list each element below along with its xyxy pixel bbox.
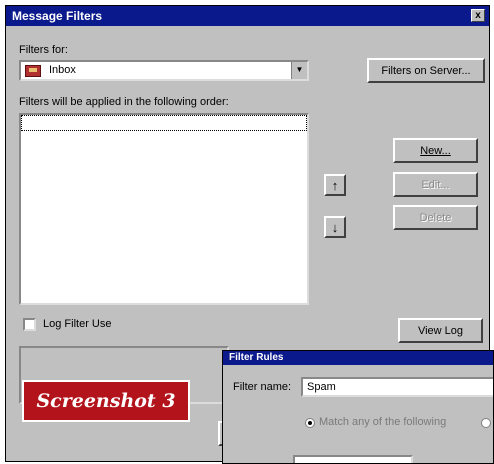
match-any-label: Match any of the following — [319, 416, 447, 428]
close-button[interactable]: x — [471, 9, 485, 22]
sub-title-bar: Filter Rules — [223, 351, 493, 365]
order-label: Filters will be applied in the following… — [19, 96, 229, 108]
rule-dropdown[interactable] — [293, 455, 413, 463]
filter-name-input[interactable]: Spam — [301, 377, 493, 397]
match-all-radio[interactable] — [481, 418, 491, 428]
filter-rules-dialog: Filter Rules Filter name: Spam Match any… — [222, 350, 494, 464]
view-log-button[interactable]: View Log — [398, 318, 483, 343]
chevron-down-icon[interactable]: ▼ — [291, 62, 307, 79]
filters-on-server-button[interactable]: Filters on Server... — [367, 58, 485, 83]
log-filter-use-checkbox[interactable] — [23, 318, 36, 331]
arrow-down-icon: ↓ — [331, 219, 339, 235]
new-filter-button[interactable]: New... — [393, 138, 478, 163]
filters-for-dropdown[interactable]: Inbox ▼ — [19, 60, 309, 81]
window-title: Message Filters — [12, 9, 103, 23]
move-up-button[interactable]: ↑ — [324, 174, 346, 196]
filters-for-label: Filters for: — [19, 44, 68, 56]
title-bar: Message Filters x — [6, 6, 489, 26]
edit-filter-button[interactable]: Edit... — [393, 172, 478, 197]
filters-for-value: Inbox — [49, 64, 76, 76]
move-down-button[interactable]: ↓ — [324, 216, 346, 238]
delete-filter-button[interactable]: Delete — [393, 205, 478, 230]
arrow-up-icon: ↑ — [331, 177, 339, 193]
inbox-icon — [25, 65, 41, 77]
match-any-radio[interactable] — [305, 418, 315, 428]
screenshot-caption: Screenshot 3 — [22, 380, 190, 422]
list-item[interactable] — [21, 115, 307, 131]
sub-dialog-title: Filter Rules — [229, 352, 284, 363]
filter-name-value: Spam — [307, 381, 336, 393]
filter-name-label: Filter name: — [233, 381, 292, 393]
filter-list[interactable] — [19, 113, 309, 305]
log-filter-use-label: Log Filter Use — [43, 318, 112, 330]
